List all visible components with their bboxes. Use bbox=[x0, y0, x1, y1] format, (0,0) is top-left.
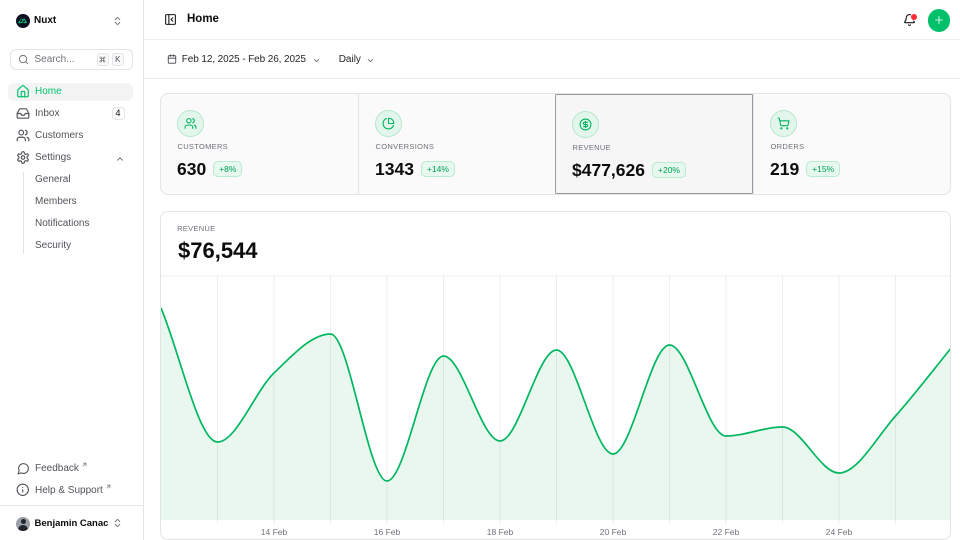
svg-text:14 Feb: 14 Feb bbox=[260, 527, 287, 537]
svg-text:18 Feb: 18 Feb bbox=[486, 527, 513, 537]
svg-text:20 Feb: 20 Feb bbox=[599, 527, 626, 537]
svg-text:24 Feb: 24 Feb bbox=[825, 527, 852, 537]
svg-text:22 Feb: 22 Feb bbox=[712, 527, 739, 537]
svg-text:16 Feb: 16 Feb bbox=[373, 527, 400, 537]
